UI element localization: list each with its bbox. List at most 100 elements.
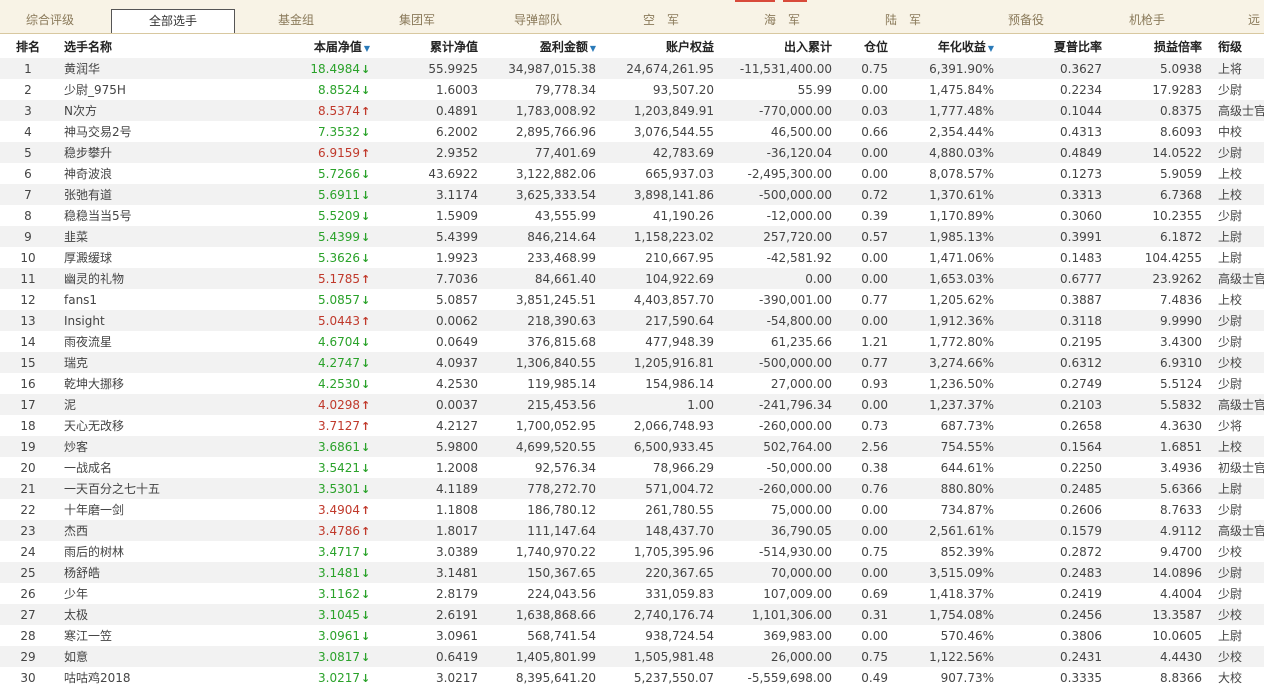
player-name-cell[interactable]: Insight (56, 310, 252, 331)
table-row[interactable]: 2 少尉_975H 8.8524↓ 1.6003 79,778.34 93,507.20 5… (0, 79, 1264, 100)
table-row[interactable]: 15 瑞克 4.2747↓ 4.0937 1,306,840.55 1,205,916.8… (0, 352, 1264, 373)
player-name-cell-value: 十年磨一剑 (64, 503, 125, 517)
col-player-name[interactable]: 选手名称 (56, 34, 252, 58)
player-name-cell[interactable]: 幽灵的礼物 (56, 268, 252, 289)
player-name-cell[interactable]: 杨舒皓 (56, 562, 252, 583)
current-nav-cell: 4.2530↓ (252, 373, 378, 394)
table-row[interactable]: 8 稳稳当当5号 5.5209↓ 1.5909 43,555.99 41,190.26 -1… (0, 205, 1264, 226)
annual-return-cell: 8,078.57% (896, 163, 1002, 184)
player-name-cell[interactable]: 神奇波浪 (56, 163, 252, 184)
player-name-cell[interactable]: 韭菜 (56, 226, 252, 247)
current-nav-cell: 6.9159↑ (252, 142, 378, 163)
table-row[interactable]: 25 杨舒皓 3.1481↓ 3.1481 150,367.65 220,367.65 70… (0, 562, 1264, 583)
player-name-cell-value: 如意 (64, 650, 89, 664)
sharpe-cell: 0.4313 (1002, 121, 1110, 142)
player-name-cell[interactable]: 黄润华 (56, 58, 252, 79)
col-military-rank[interactable]: 衔级 (1210, 34, 1264, 58)
player-name-cell[interactable]: 如意 (56, 646, 252, 667)
table-row[interactable]: 22 十年磨一剑 3.4904↑ 1.1808 186,780.12 261,780.55… (0, 499, 1264, 520)
table-row[interactable]: 21 一天百分之七十五 3.5301↓ 4.1189 778,272.70 571,004… (0, 478, 1264, 499)
position-cell-value: 0.73 (861, 418, 888, 433)
player-name-cell[interactable]: 瑞克 (56, 352, 252, 373)
pl-ratio-cell: 7.4836 (1110, 289, 1210, 310)
col-position[interactable]: 仓位 (840, 34, 896, 58)
player-name-cell[interactable]: 神马交易2号 (56, 121, 252, 142)
table-row[interactable]: 19 炒客 3.6861↓ 5.9800 4,699,520.55 6,500,933.4… (0, 436, 1264, 457)
table-row[interactable]: 27 太极 3.1045↓ 2.6191 1,638,868.66 2,740,176.7… (0, 604, 1264, 625)
player-name-cell[interactable]: 泥 (56, 394, 252, 415)
table-row[interactable]: 14 雨夜流星 4.6704↓ 0.0649 376,815.68 477,948.39 6… (0, 331, 1264, 352)
col-cumulative-nav[interactable]: 累计净值 (378, 34, 486, 58)
player-name-cell[interactable]: 稳步攀升 (56, 142, 252, 163)
tab-army[interactable]: 陆 军 (853, 9, 953, 31)
player-name-cell[interactable]: 天心无改移 (56, 415, 252, 436)
table-row[interactable]: 13 Insight 5.0443↑ 0.0062 218,390.63 217,590.… (0, 310, 1264, 331)
table-row[interactable]: 12 fans1 5.0857↓ 5.0857 3,851,245.51 4,403,85… (0, 289, 1264, 310)
table-row[interactable]: 10 厚澱缓球 5.3626↓ 1.9923 233,468.99 210,667.95 -… (0, 247, 1264, 268)
annual-return-cell: 1,418.37% (896, 583, 1002, 604)
player-name-cell[interactable]: 雨后的树林 (56, 541, 252, 562)
table-row[interactable]: 6 神奇波浪 5.7266↓ 43.6922 3,122,882.06 665,937.0… (0, 163, 1264, 184)
table-row[interactable]: 7 张弛有道 5.6911↓ 3.1174 3,625,333.54 3,898,141.… (0, 184, 1264, 205)
col-current-nav[interactable]: 本届净值 ▼ (252, 34, 378, 58)
player-name-cell[interactable]: 少年 (56, 583, 252, 604)
table-row[interactable]: 17 泥 4.0298↑ 0.0037 215,453.56 1.00 -241,796.3… (0, 394, 1264, 415)
player-name-cell[interactable]: 杰西 (56, 520, 252, 541)
player-name-cell[interactable]: 少尉_975H (56, 79, 252, 100)
col-profit[interactable]: 盈利金额 ▼ (486, 34, 604, 58)
table-row[interactable]: 1 黄润华 18.4984↓ 55.9925 34,987,015.38 24,674,2… (0, 58, 1264, 79)
table-row[interactable]: 30 咕咕鸡2018 3.0217↓ 3.0217 8,395,641.20 5,237,… (0, 667, 1264, 688)
player-name-cell[interactable]: 张弛有道 (56, 184, 252, 205)
col-sharpe[interactable]: 夏普比率 (1002, 34, 1110, 58)
player-name-cell[interactable]: 寒江一笠 (56, 625, 252, 646)
table-row[interactable]: 26 少年 3.1162↓ 2.8179 224,043.56 331,059.83 107… (0, 583, 1264, 604)
table-row[interactable]: 20 一战成名 3.5421↓ 1.2008 92,576.34 78,966.29 -50… (0, 457, 1264, 478)
equity-cell-value: 154,986.14 (645, 376, 714, 391)
tab-more[interactable]: 远 (1244, 9, 1264, 31)
table-row[interactable]: 9 韭菜 5.4399↓ 5.4399 846,214.64 1,158,223.02 25… (0, 226, 1264, 247)
tab-missile-force[interactable]: 导弹部队 (488, 9, 588, 31)
player-name-cell[interactable]: 炒客 (56, 436, 252, 457)
current-nav-cell: 4.0298↑ (252, 394, 378, 415)
player-name-cell[interactable]: N次方 (56, 100, 252, 121)
player-name-cell[interactable]: 太极 (56, 604, 252, 625)
player-name-cell[interactable]: 乾坤大挪移 (56, 373, 252, 394)
table-row[interactable]: 16 乾坤大挪移 4.2530↓ 4.2530 119,985.14 154,986.14… (0, 373, 1264, 394)
col-cash-flow[interactable]: 出入累计 (722, 34, 840, 58)
table-row[interactable]: 3 N次方 8.5374↑ 0.4891 1,783,008.92 1,203,849.9… (0, 100, 1264, 121)
player-name-cell[interactable]: fans1 (56, 289, 252, 310)
table-row[interactable]: 28 寒江一笠 3.0961↓ 3.0961 568,741.54 938,724.54 3… (0, 625, 1264, 646)
military-rank-cell: 高级士官 (1210, 394, 1264, 415)
player-name-cell[interactable]: 十年磨一剑 (56, 499, 252, 520)
col-annual-return[interactable]: 年化收益 ▼ (896, 34, 1002, 58)
table-row[interactable]: 24 雨后的树林 3.4717↓ 3.0389 1,740,970.22 1,705,39… (0, 541, 1264, 562)
col-pl-ratio[interactable]: 损益倍率 (1110, 34, 1210, 58)
table-row[interactable]: 5 稳步攀升 6.9159↑ 2.9352 77,401.69 42,783.69 -36,… (0, 142, 1264, 163)
table-row[interactable]: 4 神马交易2号 7.3532↓ 6.2002 2,895,766.96 3,076,54… (0, 121, 1264, 142)
col-equity[interactable]: 账户权益 (604, 34, 722, 58)
tab-navy[interactable]: 海 军 (732, 9, 832, 31)
table-row[interactable]: 11 幽灵的礼物 5.1785↑ 7.7036 84,661.40 104,922.69 0… (0, 268, 1264, 289)
position-cell: 0.69 (840, 583, 896, 604)
table-row[interactable]: 29 如意 3.0817↓ 0.6419 1,405,801.99 1,505,981.4… (0, 646, 1264, 667)
tab-reserve[interactable]: 预备役 (976, 9, 1076, 31)
player-name-cell[interactable]: 一战成名 (56, 457, 252, 478)
tab-army-group[interactable]: 集团军 (367, 9, 467, 31)
player-name-cell-value: 厚澱缓球 (64, 251, 113, 265)
tab-all-players[interactable]: 全部选手 (111, 9, 235, 33)
player-name-cell[interactable]: 咕咕鸡2018 (56, 667, 252, 688)
table-row[interactable]: 23 杰西 3.4786↑ 1.8017 111,147.64 148,437.70 36,… (0, 520, 1264, 541)
rank-cell-value: 24 (20, 544, 36, 559)
current-nav-cell: 5.1785↑ (252, 268, 378, 289)
tab-fund-group[interactable]: 基金组 (246, 9, 346, 31)
player-name-cell[interactable]: 一天百分之七十五 (56, 478, 252, 499)
pl-ratio-cell-value: 5.0938 (1160, 61, 1202, 76)
player-name-cell[interactable]: 雨夜流星 (56, 331, 252, 352)
tab-rating[interactable]: 综合评级 (0, 9, 100, 31)
player-name-cell[interactable]: 稳稳当当5号 (56, 205, 252, 226)
tab-air-force[interactable]: 空 军 (611, 9, 711, 31)
table-row[interactable]: 18 天心无改移 3.7127↑ 4.2127 1,700,052.95 2,066,74… (0, 415, 1264, 436)
col-rank[interactable]: 排名 (0, 34, 56, 58)
player-name-cell[interactable]: 厚澱缓球 (56, 247, 252, 268)
tab-machine-gunner[interactable]: 机枪手 (1097, 9, 1197, 31)
